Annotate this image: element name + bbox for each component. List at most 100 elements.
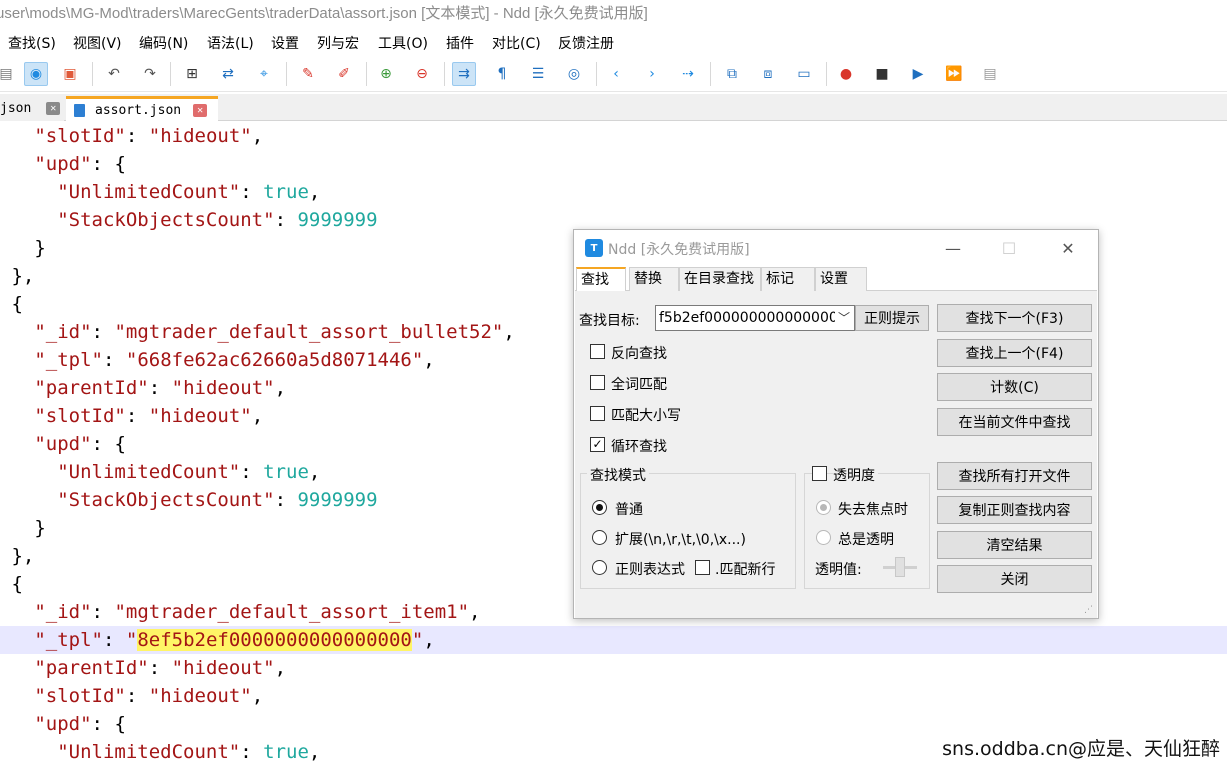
menu-syntax[interactable]: 语法(L) [207,33,254,53]
maximize-icon[interactable]: ☐ [994,236,1024,260]
menu-encoding[interactable]: 编码(N) [139,33,188,53]
clear-mark-icon[interactable]: ✐ [332,62,356,86]
goto-icon[interactable]: ⌖ [252,62,276,86]
whole-word-checkbox[interactable] [590,375,605,390]
menu-feedback[interactable]: 反馈注册 [558,33,614,53]
tab-settings[interactable]: 设置 [815,267,867,291]
find-all-open-label: 查找所有打开文件 [958,469,1071,485]
run-macro-multiple-icon[interactable]: ⏩ [942,62,966,86]
code-token: : [274,209,298,231]
record-macro-icon[interactable]: ● [834,62,858,86]
save-macro-icon[interactable]: ▤ [978,62,1002,86]
compare-dir-icon[interactable]: ⧈ [756,62,780,86]
code-token: " [125,629,138,651]
wrap-around-checkbox[interactable]: ✓ [590,437,605,452]
menu-view[interactable]: 视图(V) [73,33,122,53]
count-label: 计数(C) [990,380,1039,396]
zoom-out-icon[interactable]: ⊖ [410,62,434,86]
code-line[interactable]: "upd": { [0,150,1227,178]
tab-bar: json ✕ assort.json ✕ [0,94,1227,121]
find-next-button[interactable]: 查找下一个(F3) [937,304,1092,332]
resize-grip-icon[interactable]: ⋰ [1084,605,1094,615]
on-blur-radio[interactable] [816,500,831,515]
code-gutter [0,265,11,287]
opacity-slider[interactable] [883,557,917,577]
code-line[interactable]: "_tpl": "8ef5b2ef0000000000000000", [0,626,1227,654]
word-wrap-icon[interactable]: ⇉ [452,62,476,86]
close-button[interactable]: 关闭 [937,565,1092,593]
stop-macro-icon[interactable]: ■ [870,62,894,86]
code-token: "_tpl" [34,349,103,371]
code-line[interactable]: "slotId": "hideout", [0,122,1227,150]
regex-hint-button[interactable]: 正则提示 [855,305,929,331]
code-gutter [0,125,11,147]
code-token: , [503,321,515,343]
code-line[interactable]: "slotId": "hideout", [0,682,1227,710]
print-icon[interactable]: ▤ [0,62,18,86]
code-token: : [148,657,172,679]
minimize-icon[interactable]: — [938,236,968,260]
copy-regex-button[interactable]: 复制正则查找内容 [937,496,1092,524]
match-newline-checkbox[interactable] [695,560,710,575]
save-all-icon[interactable]: ◉ [24,62,48,86]
chevron-down-icon[interactable]: ﹀ [834,306,850,330]
close-file-icon[interactable]: ▣ [58,62,82,86]
find-all-open-button[interactable]: 查找所有打开文件 [937,462,1092,490]
count-button[interactable]: 计数(C) [937,373,1092,401]
code-token: true [263,461,309,483]
transparency-checkbox[interactable] [812,466,827,481]
code-line[interactable]: "UnlimitedCount": true, [0,178,1227,206]
tab-replace[interactable]: 替换 [629,267,679,291]
menu-tools[interactable]: 工具(O) [378,33,428,53]
find-target-combo[interactable]: f5b2ef0000000000000000 ﹀ [655,305,855,331]
find-prev-button[interactable]: 查找上一个(F4) [937,339,1092,367]
mode-extended-radio[interactable] [592,530,607,545]
always-radio[interactable] [816,530,831,545]
mode-normal-radio[interactable] [592,500,607,515]
prev-icon[interactable]: ‹ [604,62,628,86]
tab-close-icon[interactable]: ✕ [193,103,208,117]
match-case-checkbox[interactable] [590,406,605,421]
tab-find[interactable]: 查找 [576,267,626,292]
menu-macro[interactable]: 列与宏 [317,33,359,53]
code-line[interactable]: "parentId": "hideout", [0,654,1227,682]
zoom-in-icon[interactable]: ⊕ [374,62,398,86]
code-token: "hideout" [148,125,252,147]
menu-settings[interactable]: 设置 [271,33,299,53]
menu-compare[interactable]: 对比(C) [492,33,541,53]
menu-search[interactable]: 查找(S) [8,33,56,53]
close-icon[interactable]: ✕ [1053,236,1083,260]
goto-line-icon[interactable]: ⇢ [676,62,700,86]
undo-icon[interactable]: ↶ [102,62,126,86]
redo-icon[interactable]: ↷ [138,62,162,86]
replace-icon[interactable]: ⇄ [216,62,240,86]
mark-icon[interactable]: ✎ [296,62,320,86]
next-icon[interactable]: › [640,62,664,86]
tab-close-icon[interactable]: ✕ [46,102,61,115]
theme-icon[interactable]: ◎ [562,62,586,86]
reverse-search-label: 反向查找 [611,346,667,362]
find-icon[interactable]: ⊞ [180,62,204,86]
indent-guide-icon[interactable]: ☰ [526,62,550,86]
code-token: "parentId" [34,657,149,679]
menu-plugins[interactable]: 插件 [446,33,474,53]
reverse-search-checkbox[interactable] [590,344,605,359]
compare-file-icon[interactable]: ⧉ [720,62,744,86]
tab-assort-json[interactable]: assort.json ✕ [66,96,218,121]
window-title: user\mods\MG-Mod\traders\MarecGents\trad… [0,5,648,22]
binary-compare-icon[interactable]: ▭ [792,62,816,86]
tab-json[interactable]: json ✕ [0,96,64,121]
tab-find-in-dir[interactable]: 在目录查找 [679,267,761,291]
close-label: 关闭 [1000,572,1029,588]
dialog-title: Ndd [永久免费试用版] [608,242,750,258]
clear-results-button[interactable]: 清空结果 [937,531,1092,559]
slider-thumb[interactable] [895,557,905,577]
code-token: , [423,349,435,371]
find-in-current-button[interactable]: 在当前文件中查找 [937,408,1092,436]
code-gutter [0,209,11,231]
tab-mark[interactable]: 标记 [761,267,815,291]
toolbar-separator [286,62,287,86]
show-symbols-icon[interactable]: ¶ [490,62,514,86]
mode-regex-radio[interactable] [592,560,607,575]
play-macro-icon[interactable]: ▶ [906,62,930,86]
